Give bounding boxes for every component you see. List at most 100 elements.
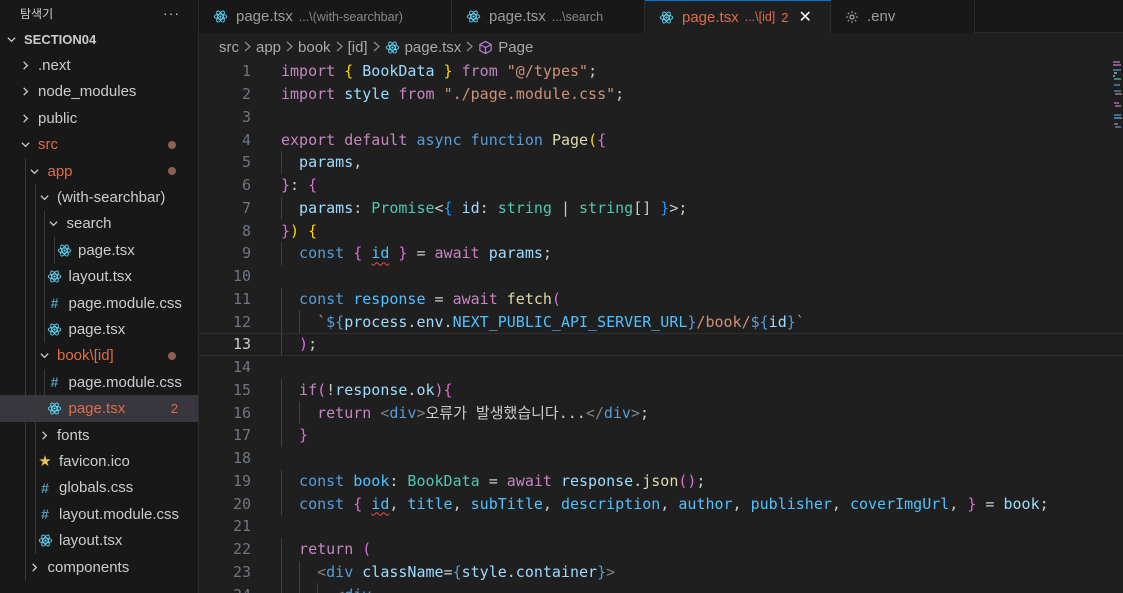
tab-description: ...\search (551, 9, 604, 24)
code-line[interactable]: 12 `${process.env.NEXT_PUBLIC_API_SERVER_… (199, 310, 1123, 333)
tree-item-search[interactable]: search (0, 210, 198, 238)
react-file-icon (213, 9, 228, 24)
tree-item-src[interactable]: src (0, 132, 198, 158)
tree-item-page-tsx[interactable]: page.tsx 2 (0, 395, 198, 422)
code-text: const { id } = await params; (299, 244, 552, 262)
code-token: 오류가 발생했습니다... (425, 404, 586, 423)
chevron-down-icon (47, 218, 61, 229)
code-line[interactable]: 13); (199, 333, 1123, 356)
breadcrumb-item[interactable]: [id] (348, 39, 368, 56)
breadcrumb-item[interactable]: book (298, 39, 331, 56)
tree-item-node-modules[interactable]: node_modules (0, 79, 198, 105)
tab-env[interactable]: .env (831, 0, 975, 33)
indent-guide (53, 237, 55, 264)
code-line[interactable]: 16 return <div>오류가 발생했습니다...</div>; (199, 401, 1123, 424)
code-token: ` (795, 312, 805, 331)
tree-item-app[interactable]: app (0, 157, 198, 185)
tree-item-layout-tsx[interactable]: layout.tsx (0, 527, 198, 554)
breadcrumb-separator-icon (335, 39, 344, 55)
code-line[interactable]: 9 const { id } = await params; (199, 242, 1123, 265)
indent-guide (281, 424, 282, 447)
code-line[interactable]: 1 import { BookData } from "@/types"; (199, 60, 1123, 83)
code-token: { (344, 62, 363, 81)
tree-item-with-searchbar[interactable]: (with-searchbar) (0, 184, 198, 211)
indent-guide (34, 474, 36, 502)
tree-item-page-tsx[interactable]: page.tsx (0, 316, 198, 343)
code-line[interactable]: 8 }) { (199, 219, 1123, 242)
code-line[interactable]: 6}: { (199, 174, 1123, 197)
tree-item-label: page.module.css (68, 294, 182, 312)
tab-page-tsx-with-searchbar[interactable]: page.tsx ...\(with-searchbar) (199, 0, 452, 33)
code-text: `${process.env.NEXT_PUBLIC_API_SERVER_UR… (317, 313, 805, 331)
modified-dot (168, 351, 176, 360)
code-line[interactable]: 14 (199, 356, 1123, 379)
tab-page-tsx-id[interactable]: page.tsx ...\[id] 2 ✕ (645, 0, 831, 33)
code-line[interactable]: 23 <div className={style.container}> (199, 560, 1123, 584)
code-editor[interactable]: 1 import { BookData } from "@/types"; 2 imp… (199, 60, 1123, 593)
code-token: , (660, 494, 679, 513)
react-file-icon (37, 533, 53, 548)
code-token: < (434, 198, 444, 217)
tab-description: ...\[id] (744, 10, 776, 24)
tree-item-layout-module-css[interactable]: # layout.module.css (0, 501, 198, 528)
indent-guide (44, 237, 45, 264)
indent-guide (281, 583, 282, 593)
tree-item-components[interactable]: components (0, 553, 198, 581)
code-line[interactable]: 17} (199, 424, 1123, 447)
indent-guide (34, 210, 36, 238)
tree-item-page-tsx[interactable]: page.tsx (0, 237, 198, 264)
tree-item-globals-css[interactable]: # globals.css (0, 474, 198, 502)
breadcrumb-item[interactable]: app (256, 39, 281, 56)
code-line[interactable]: 3 (199, 106, 1123, 129)
code-token: = (425, 289, 453, 308)
breadcrumb-item[interactable]: page.tsx (385, 39, 461, 56)
code-line[interactable]: 18 (199, 447, 1123, 470)
tree-item-favicon-ico[interactable]: ★ favicon.ico (0, 448, 198, 475)
code-line[interactable]: 24 <div (199, 583, 1123, 593)
code-line[interactable]: 7 params: Promise<{ id: string | string[]… (199, 196, 1123, 220)
breadcrumb-item[interactable]: src (219, 39, 239, 56)
code-line[interactable]: 15 if(!response.ok){ (199, 378, 1123, 402)
line-number: 5 (241, 153, 251, 172)
code-token: { (452, 562, 462, 581)
code-token: const (299, 289, 354, 308)
code-token: ) (299, 335, 309, 354)
tree-item-label: public (38, 109, 78, 127)
code-line[interactable]: 10 (199, 265, 1123, 288)
tab-page-tsx-search[interactable]: page.tsx ...\search (452, 0, 645, 33)
code-token: { (353, 244, 372, 263)
more-actions-icon[interactable]: ··· (163, 5, 180, 21)
code-line[interactable]: 5 params, (199, 151, 1123, 174)
tree-item-book-id[interactable]: book\[id] (0, 342, 198, 370)
code-line[interactable]: 11 const response = await fetch( (199, 287, 1123, 311)
code-line[interactable]: 20 const { id, title, subTitle, descripti… (199, 492, 1123, 515)
code-token: } (597, 562, 607, 581)
tree-item-public[interactable]: public (0, 105, 198, 131)
section-header[interactable]: SECTION04 (0, 26, 198, 52)
code-line[interactable]: 19 const book: BookData = await response.… (199, 469, 1123, 493)
minimap[interactable] (1111, 60, 1123, 140)
indent-guide (34, 527, 36, 554)
code-text: }) { (281, 222, 317, 240)
tree-item-page-module-css[interactable]: # page.module.css (0, 289, 198, 317)
tree-item-next[interactable]: .next (0, 52, 198, 78)
code-line[interactable]: 2 import style from "./page.module.css"; (199, 83, 1123, 106)
code-token: style (461, 562, 507, 581)
tree-item-layout-tsx[interactable]: layout.tsx (0, 263, 198, 290)
code-line[interactable]: 22 return ( (199, 537, 1123, 561)
breadcrumb-separator-icon (243, 39, 252, 55)
tree-item-fonts[interactable]: fonts (0, 421, 198, 449)
code-token: { (353, 494, 372, 513)
line-number: 3 (241, 107, 251, 126)
tree-item-page-module-css[interactable]: # page.module.css (0, 369, 198, 396)
code-token: } (786, 312, 796, 331)
breadcrumb-item[interactable]: Page (478, 39, 533, 56)
line-number: 8 (241, 221, 251, 240)
close-icon[interactable]: ✕ (799, 7, 812, 27)
code-text: return ( (299, 540, 371, 558)
chevron-down-icon (28, 166, 42, 177)
code-token: > (606, 562, 616, 581)
code-line[interactable]: 4 export default async function Page({ (199, 128, 1123, 151)
indent-guide (281, 287, 282, 311)
code-line[interactable]: 21 (199, 515, 1123, 538)
